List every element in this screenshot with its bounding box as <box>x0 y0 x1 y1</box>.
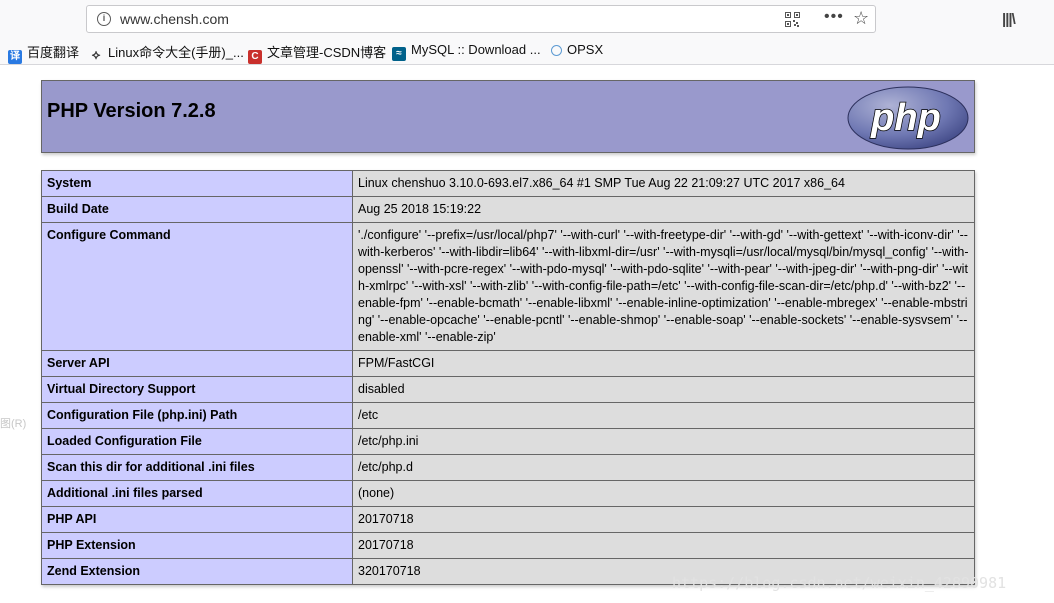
info-icon[interactable]: i <box>97 12 111 26</box>
table-row: Additional .ini files parsed (none) <box>41 480 975 507</box>
row-value: 20170718 <box>352 532 975 559</box>
row-value: Linux chenshuo 3.10.0-693.el7.x86_64 #1 … <box>352 170 975 197</box>
browser-chrome: i www.chensh.com ••• ☆ |||\ 译百度翻译 ⟡ Linux… <box>0 0 1054 65</box>
php-logo[interactable]: php <box>846 86 970 150</box>
table-row: Configuration File (php.ini) Path/etc <box>41 402 975 429</box>
bookmark-baidu-translate[interactable]: 译百度翻译 <box>8 42 79 64</box>
watermark: https://blog.csdn.net/weixin_42890981 <box>672 574 1007 592</box>
row-label: Additional .ini files parsed <box>41 480 353 507</box>
address-bar[interactable]: i www.chensh.com ••• ☆ <box>86 5 876 33</box>
row-value: /etc <box>352 402 975 429</box>
bookmark-opsx[interactable]: OPSX <box>551 42 603 57</box>
linux-icon: ⟡ <box>91 47 101 62</box>
page-title: PHP Version 7.2.8 <box>47 100 216 122</box>
globe-icon <box>551 45 562 56</box>
row-label: System <box>41 170 353 197</box>
row-label: PHP Extension <box>41 532 353 559</box>
row-label: Configuration File (php.ini) Path <box>41 402 353 429</box>
csdn-icon: C <box>248 50 262 64</box>
qr-code-icon[interactable] <box>785 12 800 27</box>
row-value: disabled <box>352 376 975 403</box>
mysql-icon: ≈ <box>392 47 406 61</box>
row-value: 20170718 <box>352 506 975 533</box>
phpinfo-header: PHP Version 7.2.8 php <box>41 80 975 153</box>
row-value: FPM/FastCGI <box>352 350 975 377</box>
bookmarks-toolbar: 译百度翻译 ⟡ Linux命令大全(手册)_... C 文章管理-CSDN博客 ≈ M… <box>0 40 1054 64</box>
row-label: Server API <box>41 350 353 377</box>
table-row: Scan this dir for additional .ini files /… <box>41 454 975 481</box>
row-value: (none) <box>352 480 975 507</box>
row-value: /etc/php.ini <box>352 428 975 455</box>
table-row: Virtual Directory Support disabled <box>41 376 975 403</box>
page-content: 图(R) PHP Version 7.2.8 php System Linux c… <box>0 65 1054 603</box>
table-row: Configure Command './configure' '--prefix… <box>41 222 975 351</box>
bookmark-mysql[interactable]: ≈ MySQL :: Download ... <box>392 42 541 61</box>
php-logo-text: php <box>870 97 941 139</box>
config-table: System Linux chenshuo 3.10.0-693.el7.x86_… <box>41 170 975 585</box>
url-text[interactable]: www.chensh.com <box>120 11 229 27</box>
table-row: PHP API 20170718 <box>41 506 975 533</box>
row-label: Configure Command <box>41 222 353 351</box>
row-label: Scan this dir for additional .ini files <box>41 454 353 481</box>
side-fragment-text: 图(R) <box>0 418 27 430</box>
table-row: Server API FPM/FastCGI <box>41 350 975 377</box>
row-value: './configure' '--prefix=/usr/local/php7'… <box>352 222 975 351</box>
table-row: System Linux chenshuo 3.10.0-693.el7.x86_… <box>41 170 975 197</box>
row-label: PHP API <box>41 506 353 533</box>
page-actions-icon[interactable]: ••• <box>824 8 844 26</box>
translate-icon: 译 <box>8 50 22 64</box>
table-row: Build Date Aug 25 2018 15:19:22 <box>41 196 975 223</box>
row-label: Loaded Configuration File <box>41 428 353 455</box>
bookmark-linux-commands[interactable]: ⟡ Linux命令大全(手册)_... <box>89 42 244 62</box>
row-value: /etc/php.d <box>352 454 975 481</box>
bookmark-star-icon[interactable]: ☆ <box>853 8 869 29</box>
table-row: Loaded Configuration File/etc/php.ini <box>41 428 975 455</box>
table-row: PHP Extension 20170718 <box>41 532 975 559</box>
row-label: Build Date <box>41 196 353 223</box>
row-label: Virtual Directory Support <box>41 376 353 403</box>
row-label: Zend Extension <box>41 558 353 585</box>
row-value: Aug 25 2018 15:19:22 <box>352 196 975 223</box>
library-icon[interactable]: |||\ <box>1002 11 1016 28</box>
bookmark-csdn[interactable]: C 文章管理-CSDN博客 <box>248 42 386 64</box>
